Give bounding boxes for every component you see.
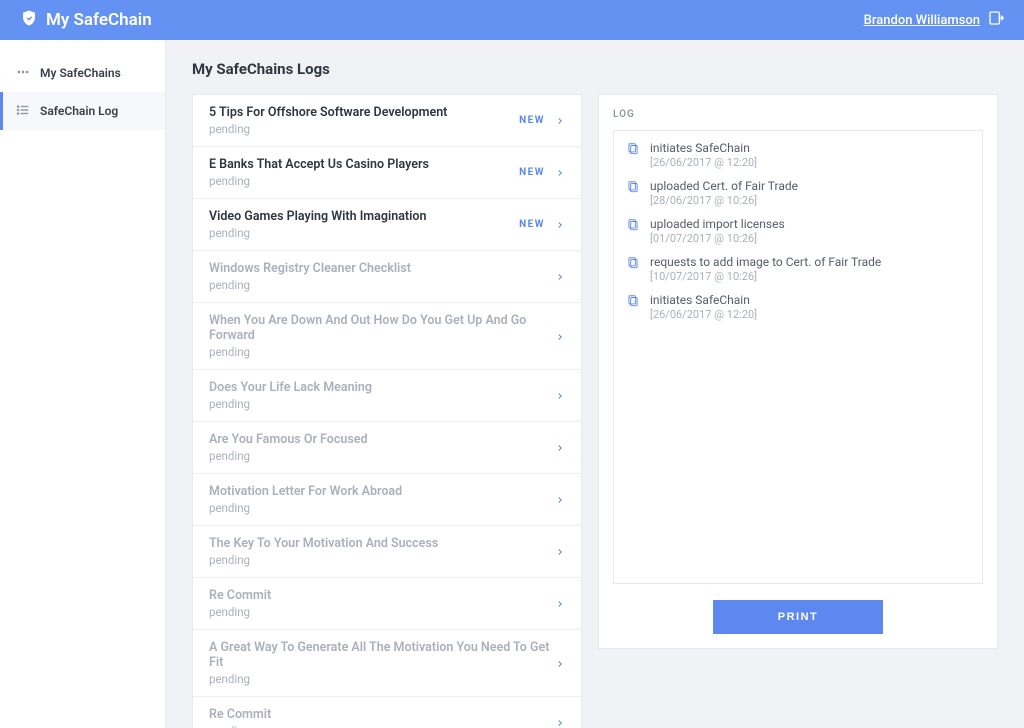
log-entry: initiates SafeChain[26/06/2017 @ 12:20] xyxy=(626,141,970,169)
list-item-status: pending xyxy=(209,553,555,567)
list-item-title: Are You Famous Or Focused xyxy=(209,432,555,447)
list-item-title: Re Commit xyxy=(209,588,555,603)
list-item-status: pending xyxy=(209,226,519,240)
list-item-status: pending xyxy=(209,278,555,292)
chevron-right-icon xyxy=(555,438,565,457)
list-item-title: The Key To Your Motivation And Success xyxy=(209,536,555,551)
log-entry: initiates SafeChain[26/06/2017 @ 12:20] xyxy=(626,293,970,321)
list-item[interactable]: Are You Famous Or Focused pending xyxy=(193,422,581,474)
list-item-title: When You Are Down And Out How Do You Get… xyxy=(209,313,555,343)
log-entry-text: initiates SafeChain xyxy=(650,293,757,307)
log-panel: LOG initiates SafeChain[26/06/2017 @ 12:… xyxy=(598,94,998,649)
log-heading: LOG xyxy=(613,109,983,120)
chevron-right-icon xyxy=(555,215,565,234)
list-item[interactable]: Windows Registry Cleaner Checklist pendin… xyxy=(193,251,581,303)
list-item-status: pending xyxy=(209,397,555,411)
shield-icon xyxy=(20,9,38,32)
list-item[interactable]: Does Your Life Lack Meaning pending xyxy=(193,370,581,422)
log-entry-timestamp: [10/07/2017 @ 10:26] xyxy=(650,270,881,283)
list-item-status: pending xyxy=(209,724,555,728)
dots-icon xyxy=(16,65,30,82)
sidebar: My SafeChains SafeChain Log xyxy=(0,40,166,728)
chevron-right-icon xyxy=(555,713,565,728)
log-entry-timestamp: [01/07/2017 @ 10:26] xyxy=(650,232,785,245)
list-item[interactable]: 5 Tips For Offshore Software Development… xyxy=(193,95,581,147)
chevron-right-icon xyxy=(555,386,565,405)
document-icon xyxy=(626,293,640,321)
chevron-right-icon xyxy=(555,267,565,286)
log-entry-text: initiates SafeChain xyxy=(650,141,757,155)
page-title: My SafeChains Logs xyxy=(192,60,998,78)
document-icon xyxy=(626,255,640,283)
log-entry-text: uploaded Cert. of Fair Trade xyxy=(650,179,798,193)
list-item[interactable]: E Banks That Accept Us Casino Players pen… xyxy=(193,147,581,199)
new-badge: NEW xyxy=(519,115,545,126)
chevron-right-icon xyxy=(555,542,565,561)
logout-icon xyxy=(988,10,1004,30)
main: My SafeChains Logs 5 Tips For Offshore S… xyxy=(166,40,1024,728)
log-entry-text: uploaded import licenses xyxy=(650,217,785,231)
log-box: initiates SafeChain[26/06/2017 @ 12:20]u… xyxy=(613,130,983,584)
sidebar-item-my-safechains[interactable]: My SafeChains xyxy=(0,54,165,92)
print-button[interactable]: PRINT xyxy=(713,600,883,634)
list-item-title: Video Games Playing With Imagination xyxy=(209,209,519,224)
document-icon xyxy=(626,217,640,245)
list-item-title: E Banks That Accept Us Casino Players xyxy=(209,157,519,172)
new-badge: NEW xyxy=(519,219,545,230)
list-item-status: pending xyxy=(209,345,555,359)
list-item-status: pending xyxy=(209,672,555,686)
sidebar-item-label: My SafeChains xyxy=(40,66,121,80)
list-item-title: 5 Tips For Offshore Software Development xyxy=(209,105,519,120)
safechain-list: 5 Tips For Offshore Software Development… xyxy=(192,94,582,728)
chevron-right-icon xyxy=(555,594,565,613)
list-item-status: pending xyxy=(209,605,555,619)
topbar: My SafeChain Brandon Williamson xyxy=(0,0,1024,40)
list-item-title: Re Commit xyxy=(209,707,555,722)
list-item-title: A Great Way To Generate All The Motivati… xyxy=(209,640,555,670)
log-entry-timestamp: [26/06/2017 @ 12:20] xyxy=(650,156,757,169)
log-entry-text: requests to add image to Cert. of Fair T… xyxy=(650,255,881,269)
log-entry-timestamp: [28/06/2017 @ 10:26] xyxy=(650,194,798,207)
user-menu[interactable]: Brandon Williamson xyxy=(864,10,1004,30)
chevron-right-icon xyxy=(555,111,565,130)
log-entry: requests to add image to Cert. of Fair T… xyxy=(626,255,970,283)
document-icon xyxy=(626,141,640,169)
list-item-title: Motivation Letter For Work Abroad xyxy=(209,484,555,499)
sidebar-item-safechain-log[interactable]: SafeChain Log xyxy=(0,92,165,130)
list-item[interactable]: When You Are Down And Out How Do You Get… xyxy=(193,303,581,370)
list-item[interactable]: Re Commit pending xyxy=(193,697,581,728)
sidebar-item-label: SafeChain Log xyxy=(40,104,118,118)
list-item-status: pending xyxy=(209,501,555,515)
brand-title: My SafeChain xyxy=(46,10,152,30)
list-icon xyxy=(16,103,30,120)
log-entry: uploaded import licenses[01/07/2017 @ 10… xyxy=(626,217,970,245)
list-item-status: pending xyxy=(209,449,555,463)
log-entry: uploaded Cert. of Fair Trade[28/06/2017 … xyxy=(626,179,970,207)
user-name: Brandon Williamson xyxy=(864,13,980,28)
document-icon xyxy=(626,179,640,207)
chevron-right-icon xyxy=(555,163,565,182)
chevron-right-icon xyxy=(555,654,565,673)
list-item-status: pending xyxy=(209,174,519,188)
list-item[interactable]: The Key To Your Motivation And Success pe… xyxy=(193,526,581,578)
list-item[interactable]: A Great Way To Generate All The Motivati… xyxy=(193,630,581,697)
list-item-title: Windows Registry Cleaner Checklist xyxy=(209,261,555,276)
new-badge: NEW xyxy=(519,167,545,178)
brand: My SafeChain xyxy=(20,9,152,32)
list-item[interactable]: Re Commit pending xyxy=(193,578,581,630)
chevron-right-icon xyxy=(555,327,565,346)
chevron-right-icon xyxy=(555,490,565,509)
list-item-status: pending xyxy=(209,122,519,136)
list-item[interactable]: Motivation Letter For Work Abroad pending xyxy=(193,474,581,526)
list-item[interactable]: Video Games Playing With Imagination pend… xyxy=(193,199,581,251)
log-entry-timestamp: [26/06/2017 @ 12:20] xyxy=(650,308,757,321)
list-item-title: Does Your Life Lack Meaning xyxy=(209,380,555,395)
